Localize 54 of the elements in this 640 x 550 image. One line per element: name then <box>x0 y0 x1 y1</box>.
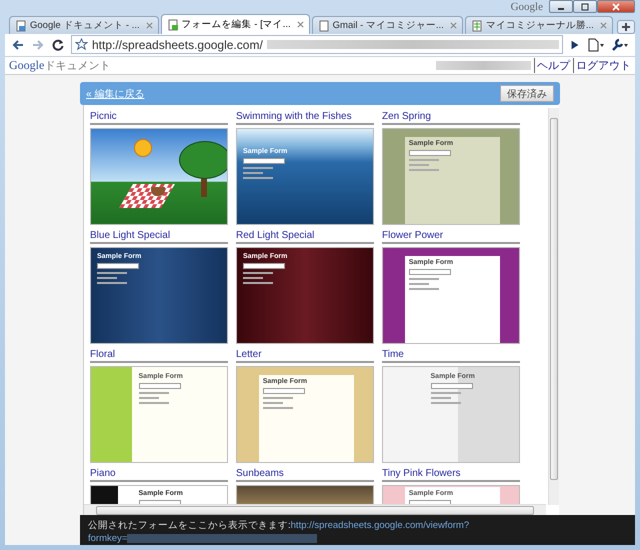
theme-name-link[interactable]: Time <box>382 349 520 363</box>
theme-name-link[interactable]: Blue Light Special <box>90 230 228 244</box>
browser-tab[interactable]: Gmail - マイコミジャー... <box>312 16 463 34</box>
vertical-scrollbar[interactable] <box>548 108 559 505</box>
document-icon <box>15 20 27 32</box>
close-icon <box>611 2 621 10</box>
theme-name-link[interactable]: Flower Power <box>382 230 520 244</box>
theme-name-link[interactable]: Tiny Pink Flowers <box>382 468 520 482</box>
close-button[interactable] <box>597 0 635 13</box>
star-icon[interactable] <box>75 38 88 52</box>
browser-tab[interactable]: Google ドキュメント - ... <box>9 16 159 34</box>
maximize-icon <box>580 2 590 10</box>
document-icon <box>166 18 179 30</box>
form-link[interactable]: http://spreadsheets.google.com/viewform? <box>290 520 470 531</box>
plus-icon <box>620 22 631 32</box>
window-title: Google <box>510 0 543 14</box>
close-tab-icon[interactable] <box>600 22 607 29</box>
browser-tab[interactable]: フォームを編集 - [マイ... <box>160 14 310 34</box>
theme-name-link[interactable]: Letter <box>236 349 374 363</box>
theme-name-link[interactable]: Floral <box>90 349 228 363</box>
address-text: http://spreadsheets.google.com/ <box>92 38 263 52</box>
tab-label: フォームを編集 - [マイ... <box>182 18 291 31</box>
document-icon <box>318 20 330 32</box>
header-link[interactable]: ログアウト <box>573 58 631 73</box>
theme-name-link[interactable]: Zen Spring <box>382 111 520 125</box>
theme-name-link[interactable]: Sunbeams <box>236 468 374 482</box>
tab-label: Google ドキュメント - ... <box>30 19 140 32</box>
theme-name-link[interactable]: Red Light Special <box>236 230 374 244</box>
document-icon <box>470 20 483 32</box>
notice-text: 公開されたフォームをここから表示できます: <box>88 519 291 532</box>
wrench-icon[interactable] <box>611 38 629 52</box>
form-key-link[interactable]: formkey= <box>88 533 128 544</box>
header-link[interactable]: ヘルプ <box>534 58 570 73</box>
close-tab-icon[interactable] <box>146 22 153 29</box>
theme-name-link[interactable]: Piano <box>90 468 228 482</box>
address-bar[interactable]: http://spreadsheets.google.com/ <box>71 35 563 54</box>
google-logo[interactable]: Google ドキュメント <box>9 58 110 73</box>
maximize-button[interactable] <box>573 0 597 13</box>
play-icon[interactable] <box>569 38 581 51</box>
tab-label: マイコミジャーナル勝... <box>486 19 594 32</box>
theme-preview-drawing[interactable] <box>90 128 228 225</box>
back-icon[interactable] <box>11 38 25 52</box>
close-tab-icon[interactable] <box>450 22 457 29</box>
theme-name-link[interactable]: Swimming with the Fishes <box>236 111 374 125</box>
tab-label: Gmail - マイコミジャー... <box>332 19 444 32</box>
theme-name-link[interactable]: Picnic <box>90 111 228 125</box>
reload-icon[interactable] <box>51 38 65 52</box>
browser-tab[interactable]: マイコミジャーナル勝... <box>464 16 613 34</box>
saved-button[interactable]: 保存済み <box>500 85 554 102</box>
minimize-button[interactable] <box>549 0 573 13</box>
page-menu-icon[interactable] <box>587 38 605 52</box>
close-tab-icon[interactable] <box>296 21 304 28</box>
new-tab-button[interactable] <box>616 20 635 34</box>
horizontal-scrollbar[interactable] <box>84 504 546 515</box>
